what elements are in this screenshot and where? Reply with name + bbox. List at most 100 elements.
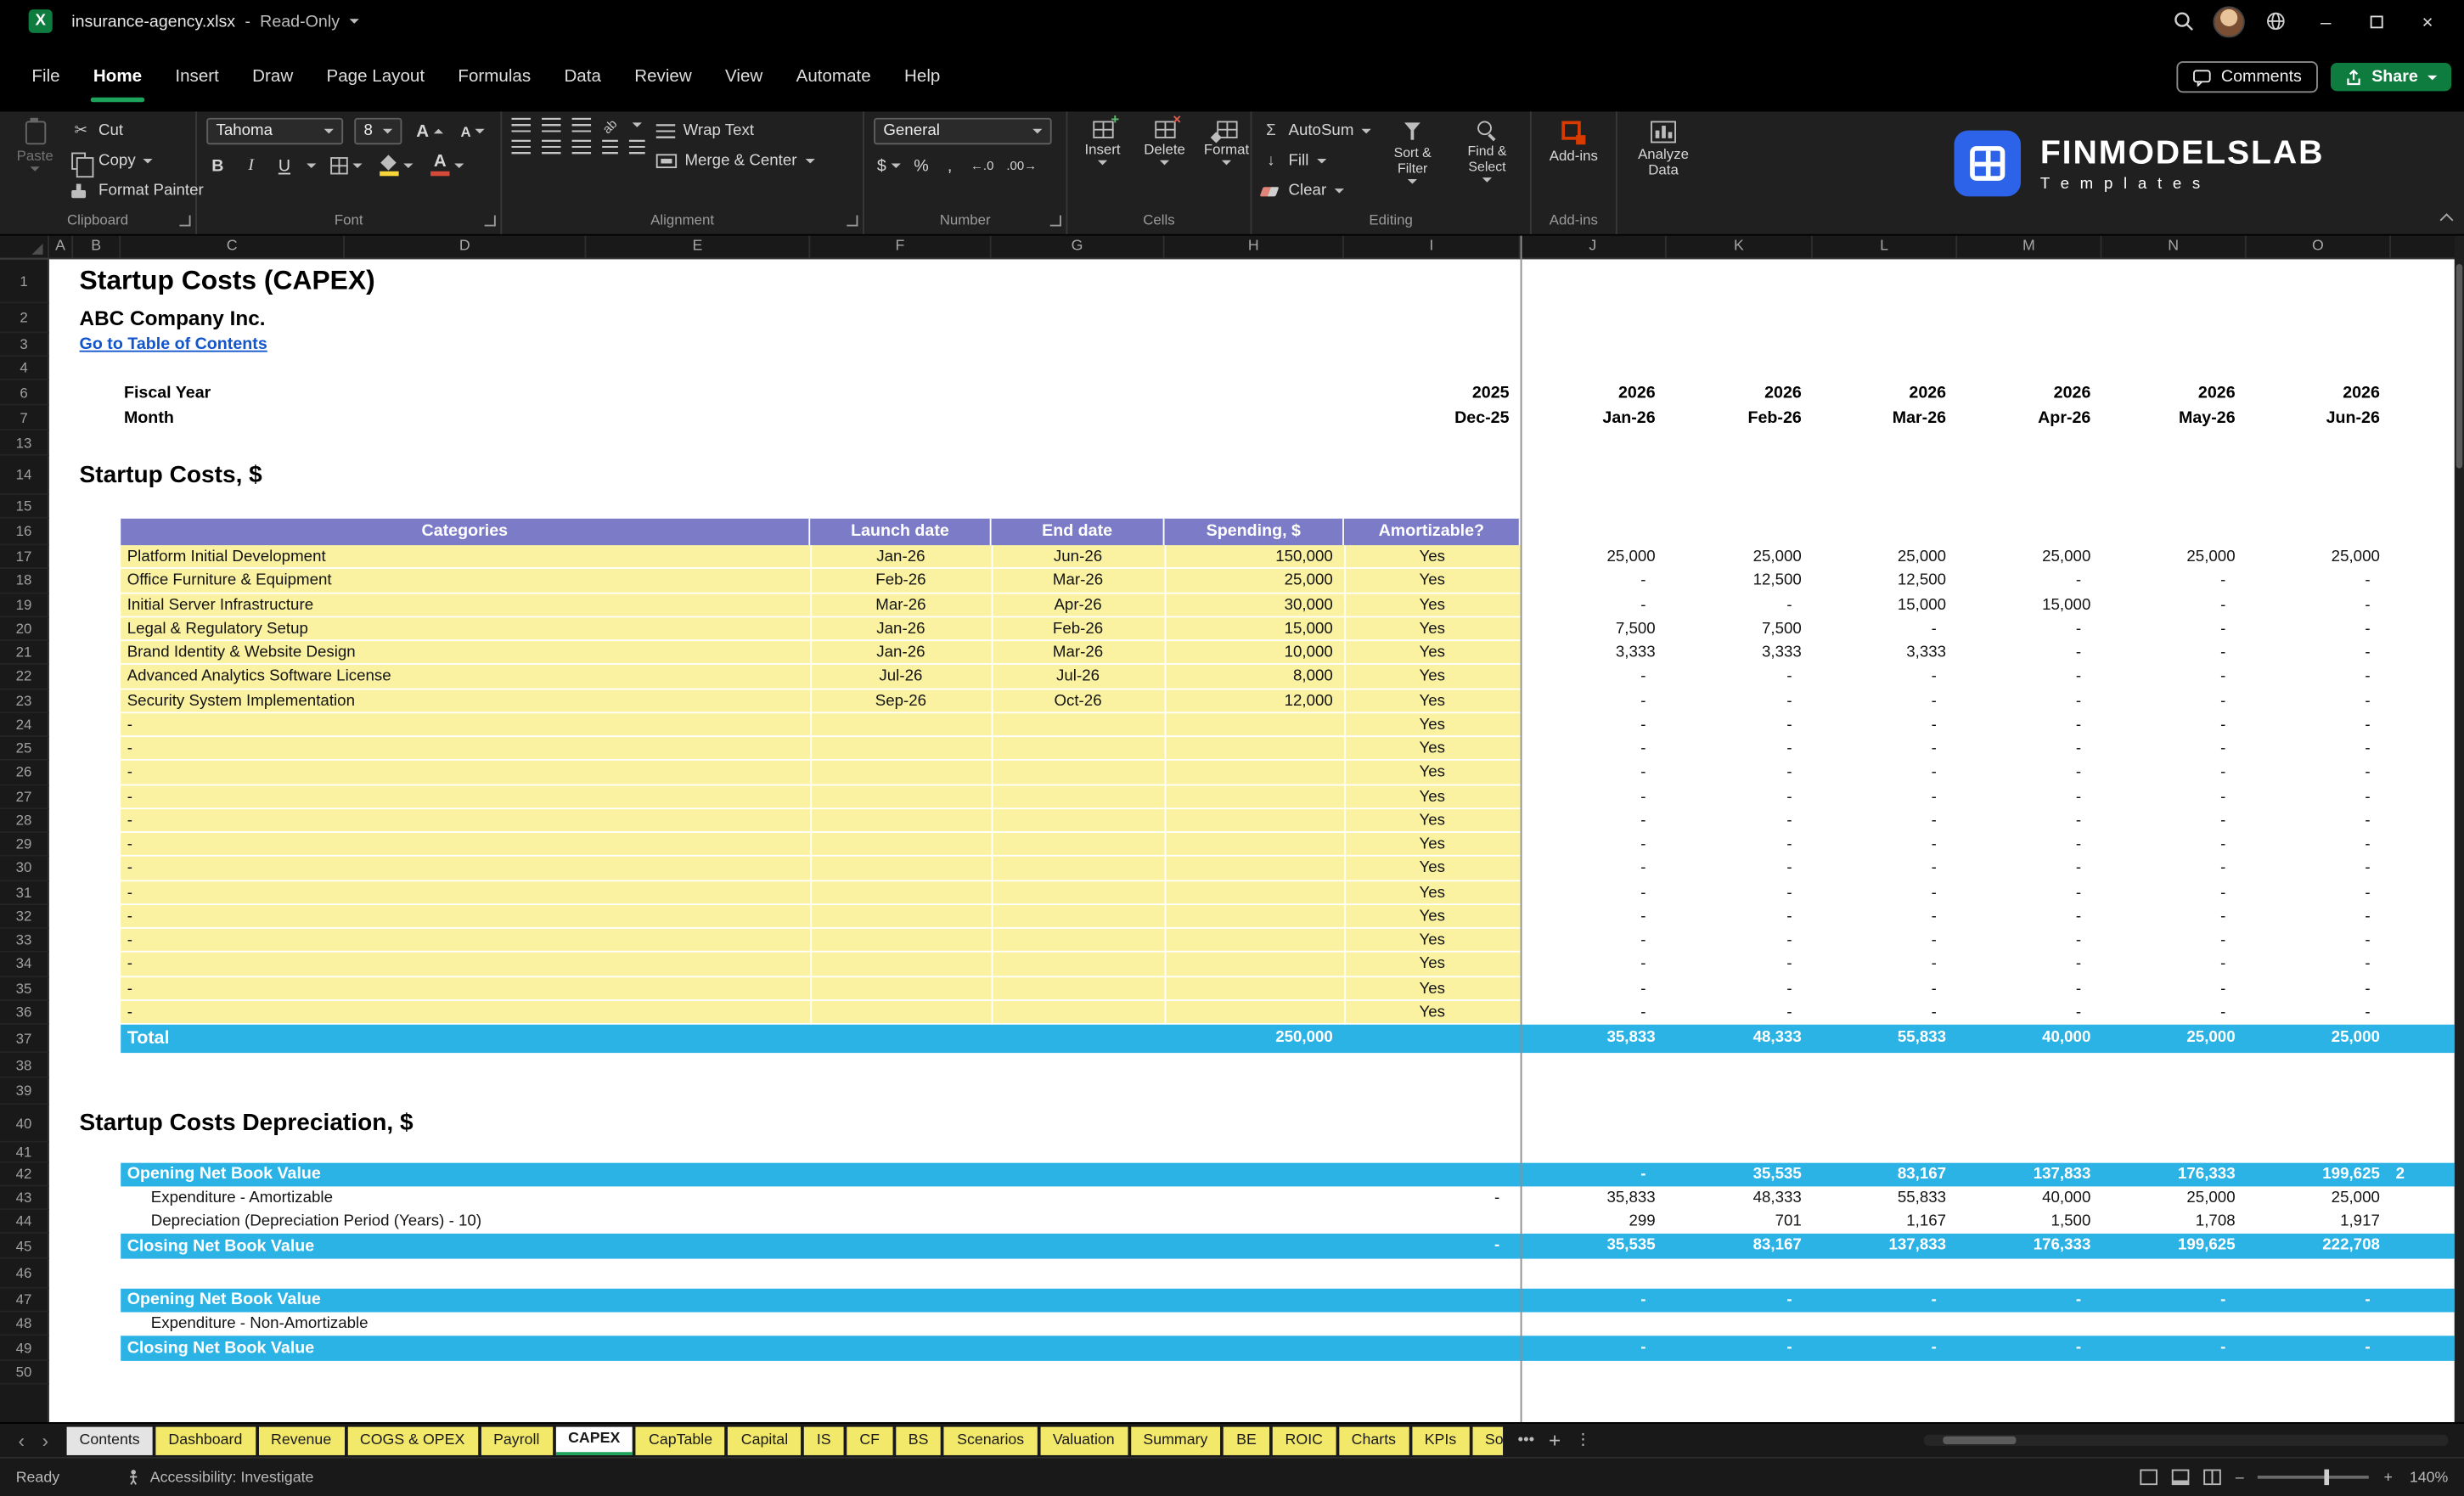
month-amount-cell[interactable]: - <box>2247 785 2370 809</box>
bold-button[interactable]: B <box>206 153 228 179</box>
dep-month-value[interactable]: 1,167 <box>1813 1210 1946 1234</box>
nbv-label[interactable]: Closing Net Book Value <box>127 1234 636 1259</box>
amortizable-cell[interactable]: Yes <box>1344 905 1521 929</box>
row-header-49[interactable]: 49 <box>0 1336 50 1361</box>
sheet-tab-dashboard[interactable]: Dashboard <box>155 1426 256 1455</box>
zoom-slider-knob[interactable] <box>2325 1469 2330 1486</box>
month-amount-cell[interactable]: - <box>1813 905 1937 929</box>
month-amount-cell[interactable]: - <box>1957 785 2081 809</box>
decrease-indent-icon[interactable] <box>602 139 618 155</box>
month-amount-cell[interactable]: - <box>1521 785 1645 809</box>
total-label[interactable]: Total <box>127 1025 381 1053</box>
amortizable-cell[interactable]: Yes <box>1344 665 1521 689</box>
row-header-45[interactable]: 45 <box>0 1233 50 1259</box>
orientation-icon[interactable]: ab <box>599 113 623 136</box>
amortizable-cell[interactable]: Yes <box>1344 833 1521 857</box>
amortizable-cell[interactable]: Yes <box>1344 809 1521 833</box>
dep-month-value[interactable]: - <box>1667 1289 1792 1313</box>
month-amount-cell[interactable]: - <box>1521 953 1645 976</box>
share-button[interactable]: Share <box>2330 63 2452 92</box>
row-header-48[interactable]: 48 <box>0 1312 50 1336</box>
format-cells-button[interactable]: Format <box>1201 118 1252 168</box>
align-center-icon[interactable] <box>542 139 561 155</box>
month-amount-cell[interactable]: 15,000 <box>1957 593 2090 617</box>
month-amount-cell[interactable]: - <box>1813 665 1937 689</box>
month-amount-cell[interactable]: - <box>2101 953 2225 976</box>
more-sheets-button[interactable]: ••• <box>1518 1431 1535 1448</box>
nbv-label[interactable]: Opening Net Book Value <box>127 1163 636 1187</box>
row-header-42[interactable]: 42 <box>0 1162 50 1187</box>
month-value[interactable]: May-26 <box>2101 406 2236 431</box>
company-name[interactable]: ABC Company Inc. <box>80 303 747 333</box>
amortizable-cell[interactable]: Yes <box>1344 737 1521 761</box>
category-cell[interactable]: Initial Server Infrastructure <box>127 593 700 617</box>
month-amount-cell[interactable]: - <box>1521 689 1645 713</box>
page-layout-view-button[interactable] <box>2172 1469 2190 1486</box>
month-amount-cell[interactable]: - <box>1667 1001 1792 1025</box>
month-amount-cell[interactable]: - <box>2101 593 2225 617</box>
category-cell[interactable]: - <box>127 785 700 809</box>
table-header-launch-date[interactable]: Launch date <box>810 518 992 546</box>
dep-month-value[interactable]: 55,833 <box>1813 1186 1946 1210</box>
month-amount-cell[interactable]: - <box>1667 833 1792 857</box>
month-amount-cell[interactable]: - <box>1521 857 1645 880</box>
dep-month-value[interactable]: 199,625 <box>2247 1163 2380 1187</box>
month-value[interactable]: Mar-26 <box>1813 406 1946 431</box>
dep-month-value[interactable]: - <box>1667 1336 1792 1361</box>
sheet-tab-capital[interactable]: Capital <box>728 1426 802 1455</box>
month-amount-cell[interactable]: - <box>1813 785 1937 809</box>
row-header-34[interactable]: 34 <box>0 953 50 977</box>
month-amount-cell[interactable]: - <box>1813 953 1937 976</box>
month-amount-cell[interactable]: - <box>2247 689 2370 713</box>
month-amount-cell[interactable]: - <box>2101 880 2225 904</box>
month-amount-cell[interactable]: - <box>1521 905 1645 929</box>
depreciation-label[interactable]: Depreciation (Depreciation Period (Years… <box>151 1210 835 1234</box>
dep-month-value[interactable]: - <box>1521 1163 1645 1187</box>
month-amount-cell[interactable]: - <box>1813 713 1937 737</box>
month-amount-cell[interactable]: - <box>1813 833 1937 857</box>
wrap-text-button[interactable]: Wrap Text <box>655 120 814 143</box>
total-month-value[interactable]: 35,833 <box>1521 1025 1655 1053</box>
menu-view[interactable]: View <box>725 42 762 111</box>
month-amount-cell[interactable]: - <box>1521 880 1645 904</box>
total-month-value[interactable]: 25,000 <box>2101 1025 2235 1053</box>
maximize-button[interactable] <box>2356 0 2398 42</box>
font-color-button[interactable]: A <box>427 153 467 179</box>
month-amount-cell[interactable]: - <box>1813 880 1937 904</box>
fiscal-year-value[interactable]: 2026 <box>1521 380 1656 406</box>
row-header-36[interactable]: 36 <box>0 1000 50 1025</box>
month-amount-cell[interactable]: - <box>2101 665 2225 689</box>
copy-button[interactable]: Copy <box>71 149 204 178</box>
row-header-50[interactable]: 50 <box>0 1360 50 1385</box>
month-amount-cell[interactable]: - <box>1813 929 1937 953</box>
dep-month-value[interactable]: 176,333 <box>2101 1163 2236 1187</box>
month-amount-cell[interactable]: 12,500 <box>1813 569 1946 593</box>
table-header-spending[interactable]: Spending, $ <box>1164 518 1344 546</box>
month-amount-cell[interactable]: - <box>1667 737 1792 761</box>
month-amount-cell[interactable]: - <box>1521 1001 1645 1025</box>
column-header-F[interactable]: F <box>810 235 992 258</box>
month-amount-cell[interactable]: - <box>1957 737 2081 761</box>
month-amount-cell[interactable]: - <box>1667 857 1792 880</box>
month-amount-cell[interactable]: - <box>1521 569 1645 593</box>
dep-month-value[interactable]: 1,500 <box>1957 1210 2091 1234</box>
align-bottom-icon[interactable] <box>571 117 592 132</box>
month-amount-cell[interactable]: - <box>1957 976 2081 1000</box>
month-value[interactable]: Apr-26 <box>1957 406 2090 431</box>
month-amount-cell[interactable]: - <box>2101 569 2225 593</box>
category-cell[interactable]: - <box>127 809 700 833</box>
dep-month-value[interactable]: 83,167 <box>1667 1234 1802 1259</box>
borders-button[interactable] <box>327 153 365 179</box>
sheet-menu-button[interactable]: ⋮ <box>1575 1431 1591 1448</box>
sheet-tab-cf[interactable]: CF <box>847 1426 893 1455</box>
month-amount-cell[interactable]: - <box>1813 617 1937 641</box>
dialog-launcher-icon[interactable] <box>484 215 496 227</box>
month-amount-cell[interactable]: - <box>1957 857 2081 880</box>
category-cell[interactable]: Legal & Regulatory Setup <box>127 617 700 641</box>
sheet-tab-contents[interactable]: Contents <box>66 1426 153 1455</box>
dep-month-value[interactable]: - <box>1521 1336 1645 1361</box>
depreciation-label[interactable]: Expenditure - Non-Amortizable <box>151 1313 835 1336</box>
underline-button[interactable]: U <box>273 153 295 179</box>
spending-cell[interactable]: 30,000 <box>1165 593 1333 617</box>
amortizable-cell[interactable]: Yes <box>1344 617 1521 641</box>
